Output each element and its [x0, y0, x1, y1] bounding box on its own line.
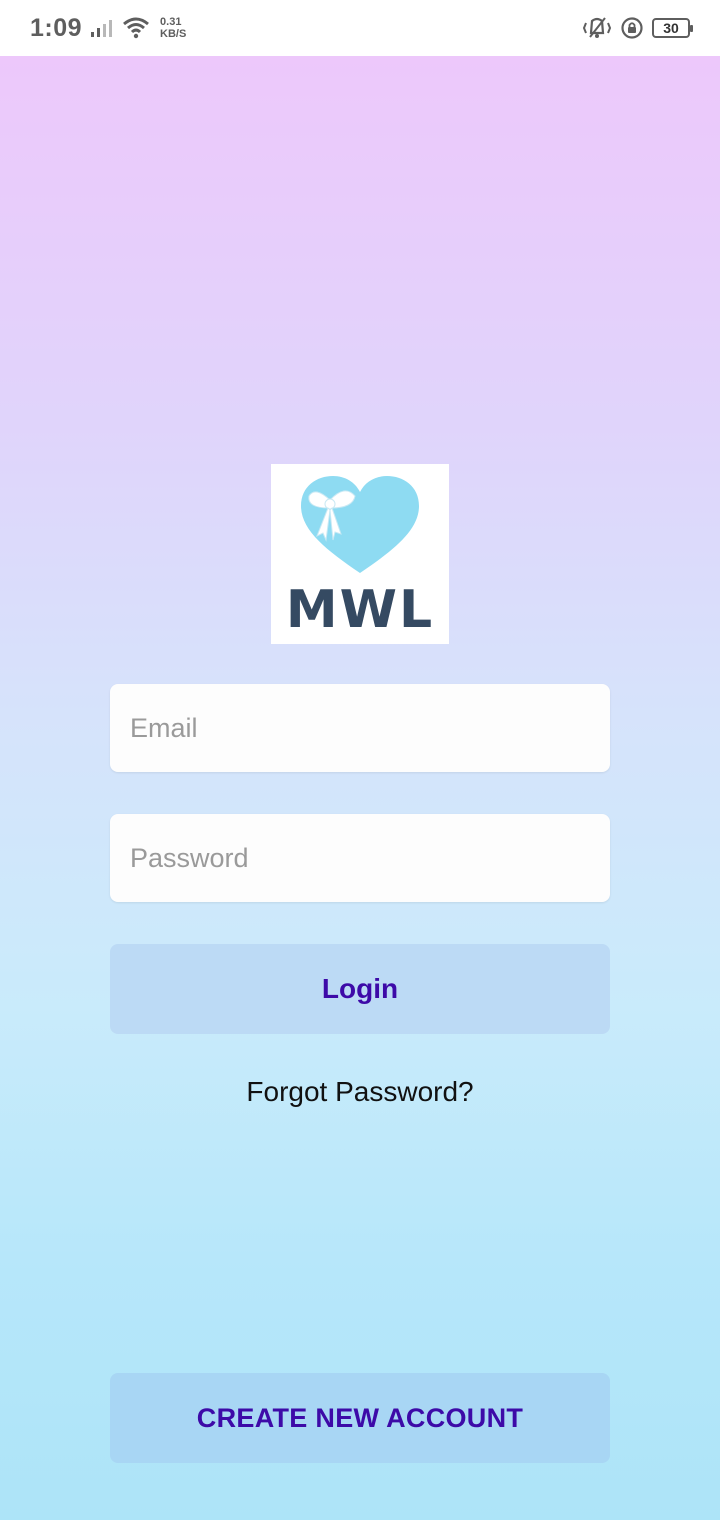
email-field[interactable]	[110, 684, 610, 772]
vibrate-icon	[582, 16, 612, 40]
app-logo: MWL	[271, 464, 449, 644]
status-left: 1:09 0.31 KB/S	[30, 14, 186, 43]
rotation-lock-icon	[620, 16, 644, 40]
password-field[interactable]	[110, 814, 610, 902]
battery-icon: 30	[652, 18, 693, 38]
status-bar: 1:09 0.31 KB/S 30	[0, 0, 720, 56]
logo-text: MWL	[285, 580, 435, 640]
login-screen: MWL Login Forgot Password? CREATE NEW AC…	[0, 56, 720, 1520]
status-time: 1:09	[30, 13, 83, 42]
speed-unit: KB/S	[160, 28, 187, 40]
network-speed: 0.31 KB/S	[160, 16, 186, 40]
heart-bow-icon	[301, 476, 419, 573]
forgot-password-link[interactable]: Forgot Password?	[0, 1076, 720, 1108]
wifi-icon	[122, 17, 150, 39]
speed-value: 0.31	[160, 16, 182, 28]
create-account-button[interactable]: CREATE NEW ACCOUNT	[110, 1373, 610, 1463]
signal-icon	[90, 18, 114, 38]
login-button[interactable]: Login	[110, 944, 610, 1034]
status-right: 30	[582, 16, 693, 40]
